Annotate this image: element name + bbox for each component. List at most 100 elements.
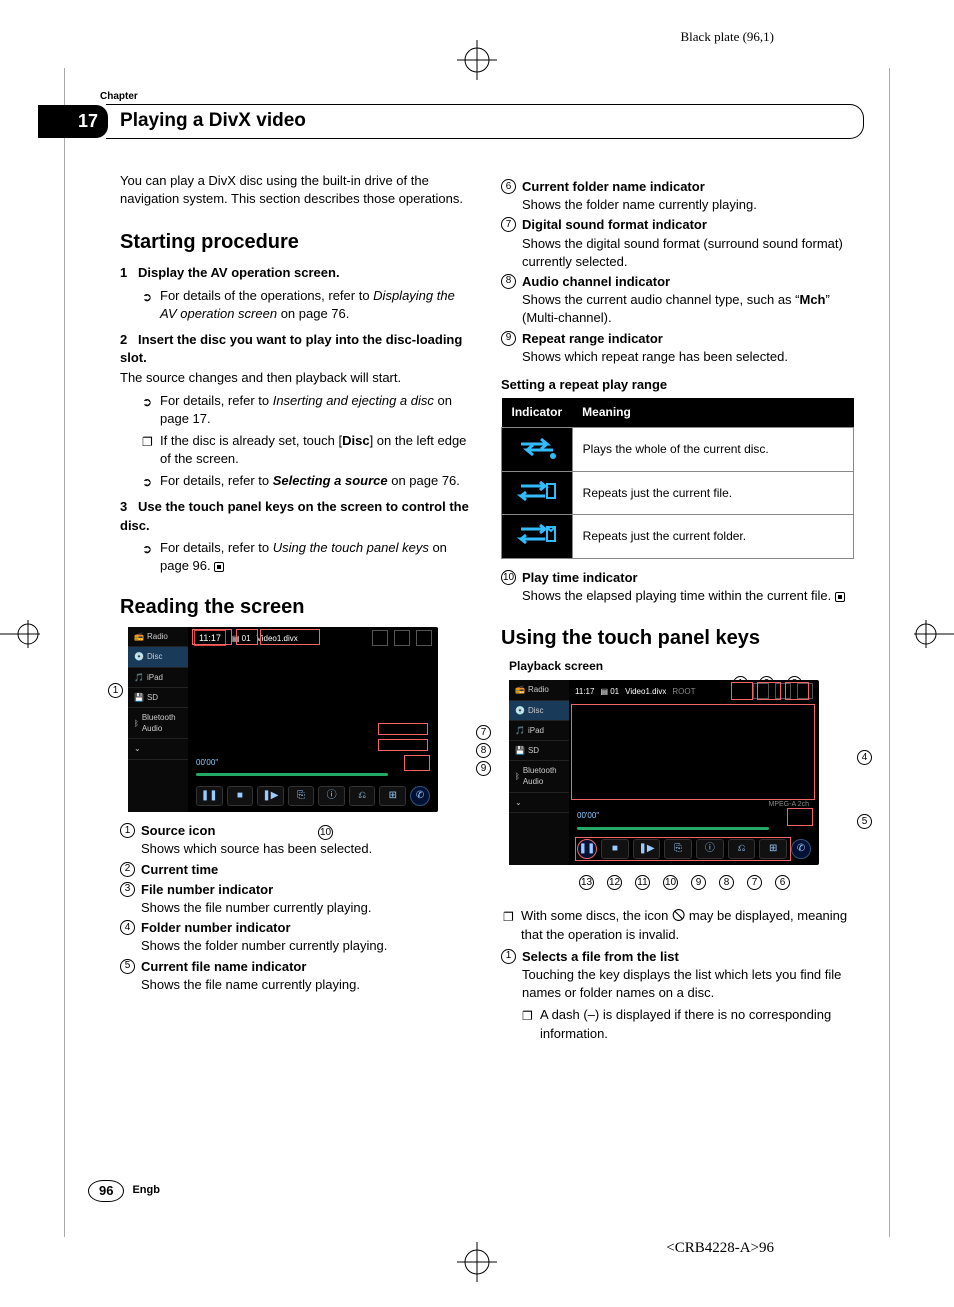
- step2-note1: ➲ For details, refer to Inserting and ej…: [142, 392, 473, 428]
- callout-7: 7: [476, 725, 491, 740]
- repeat-icon-cell: [502, 471, 573, 515]
- u-callout-7: 7: [747, 875, 762, 890]
- reading-enum: 1 Source icon Shows which source has bee…: [120, 822, 473, 994]
- u-pink-3: [785, 682, 809, 700]
- ss2-phone: ✆: [791, 839, 811, 859]
- pink-fname: [260, 629, 320, 645]
- step2-title: Insert the disc you want to play into th…: [120, 332, 462, 365]
- t: on page 76.: [388, 473, 460, 488]
- repeat-th1: Indicator: [502, 398, 573, 427]
- repeat-meaning: Repeats just the current file.: [572, 471, 853, 515]
- circ: 9: [501, 331, 516, 346]
- chapter-bar: 17 Playing a DivX video: [38, 104, 864, 139]
- repeat-row: Repeats just the current folder.: [502, 515, 854, 559]
- reading-item-label: Source icon: [141, 822, 473, 840]
- circ: 8: [501, 274, 516, 289]
- chapter-number: 17: [38, 105, 108, 138]
- u-callout-8: 8: [719, 875, 734, 890]
- t: A dash (–) is displayed if there is no c…: [540, 1007, 831, 1040]
- note-icon: ❐: [142, 434, 153, 451]
- ss-src-radio: 📻 Radio: [128, 627, 188, 647]
- t: For details, refer to: [160, 540, 273, 555]
- refer-icon: ➲: [142, 541, 152, 558]
- circ: 2: [120, 862, 135, 877]
- u-pink-btns: [575, 837, 791, 861]
- reading-item-label: Audio channel indicator: [522, 273, 854, 291]
- step2-head: 2Insert the disc you want to play into t…: [120, 331, 473, 367]
- ss-close-icon: [416, 630, 432, 646]
- repeat-icon: [515, 432, 559, 462]
- reading-item: 9 Repeat range indicator Shows which rep…: [501, 330, 854, 366]
- right-column: 6 Current folder name indicator Shows th…: [501, 172, 854, 1167]
- t: Using the touch panel keys: [273, 540, 429, 555]
- reading-item: 2 Current time: [120, 861, 473, 879]
- circ: 4: [120, 920, 135, 935]
- repeat-table: IndicatorMeaning Plays the whole of the …: [501, 398, 854, 559]
- crop-mark-bottom: [457, 1242, 497, 1282]
- reading-item-desc: Shows the file name currently playing.: [141, 976, 473, 994]
- repeat-icon: [515, 519, 559, 549]
- circ: 3: [120, 882, 135, 897]
- heading-starting-procedure: Starting procedure: [120, 228, 473, 256]
- doc-code: <CRB4228-A>96: [666, 1238, 774, 1259]
- reading-item-desc: Shows the digital sound format (surround…: [522, 235, 854, 271]
- pink-8: [378, 739, 428, 751]
- step3-note: ➲ For details, refer to Using the touch …: [142, 539, 473, 575]
- reading-item-desc: Shows which source has been selected.: [141, 840, 473, 858]
- refer-icon: ➲: [142, 394, 152, 411]
- heading-reading-screen: Reading the screen: [120, 593, 473, 621]
- circ: 6: [501, 179, 516, 194]
- intro-text: You can play a DivX disc using the built…: [120, 172, 473, 208]
- using-1-label: Selects a file from the list: [522, 948, 854, 966]
- u-pink-2: [757, 682, 781, 700]
- chapter-title-wrap: Playing a DivX video: [106, 104, 864, 139]
- circ: 7: [501, 217, 516, 232]
- reading-item-desc: Shows which repeat range has been select…: [522, 348, 854, 366]
- repeat-row: Plays the whole of the current disc.: [502, 427, 854, 471]
- note-icon: ❐: [503, 909, 514, 926]
- t: For details of the operations, refer to: [160, 288, 373, 303]
- pink-time: [192, 629, 232, 645]
- refer-icon: ➲: [142, 474, 152, 491]
- left-column: You can play a DivX disc using the built…: [120, 172, 473, 1167]
- ss-frame: ❚▶: [257, 786, 284, 806]
- step3-title: Use the touch panel keys on the screen t…: [120, 499, 469, 532]
- reading-enum-col2: 6 Current folder name indicator Shows th…: [501, 178, 854, 366]
- ss2-time: 11:17: [575, 686, 594, 697]
- ss2-fileno: ▤ 01: [600, 686, 619, 697]
- reading-item-label: Repeat range indicator: [522, 330, 854, 348]
- playback-label: Playback screen: [509, 658, 854, 675]
- pink-file: [236, 629, 258, 645]
- using-screenshot: 📻 Radio 💿 Disc 🎵 iPad 💾 SD ᛒ Bluetooth A…: [509, 680, 819, 865]
- step1-note: ➲ For details of the operations, refer t…: [142, 287, 473, 323]
- ss2-bt: ᛒ Bluetooth Audio: [509, 761, 569, 792]
- heading-using-keys: Using the touch panel keys: [501, 624, 854, 652]
- ss-phone: ✆: [410, 786, 430, 806]
- reading-item: 1 Source icon Shows which source has bee…: [120, 822, 473, 858]
- ss2-more: ⌄: [509, 793, 569, 813]
- reading-item: 8 Audio channel indicator Shows the curr…: [501, 273, 854, 328]
- circ: 1: [120, 823, 135, 838]
- repeat-th2: Meaning: [572, 398, 853, 427]
- reading-item: 4 Folder number indicator Shows the fold…: [120, 919, 473, 955]
- circ-10: 10: [501, 570, 516, 585]
- repeat-icon-cell: [502, 515, 573, 559]
- u-callout-12: 12: [607, 875, 622, 890]
- callout-9: 9: [476, 761, 491, 776]
- pink-9: [404, 755, 430, 771]
- plate-label: Black plate (96,1): [681, 28, 775, 46]
- ss-grid: ⊞: [379, 786, 406, 806]
- ss-src-disc: 💿 Disc: [128, 647, 188, 667]
- u-pink-5: [787, 808, 813, 826]
- crop-mark-left: [0, 620, 40, 653]
- circ: 5: [120, 959, 135, 974]
- ss-b2: ⓘ: [318, 786, 345, 806]
- using-item-1: 1 Selects a file from the list Touching …: [501, 948, 854, 1047]
- ss2-fname: Video1.divx: [625, 686, 666, 697]
- using-1-desc: Touching the key displays the list which…: [522, 966, 854, 1002]
- u-callout-11: 11: [635, 875, 650, 890]
- end-section-icon: [835, 592, 845, 602]
- reading-screenshot: 📻 Radio 💿 Disc 🎵 iPad 💾 SD ᛒ Bluetooth A…: [128, 627, 438, 812]
- refer-icon: ➲: [142, 289, 152, 306]
- reading-item-label: Digital sound format indicator: [522, 216, 854, 234]
